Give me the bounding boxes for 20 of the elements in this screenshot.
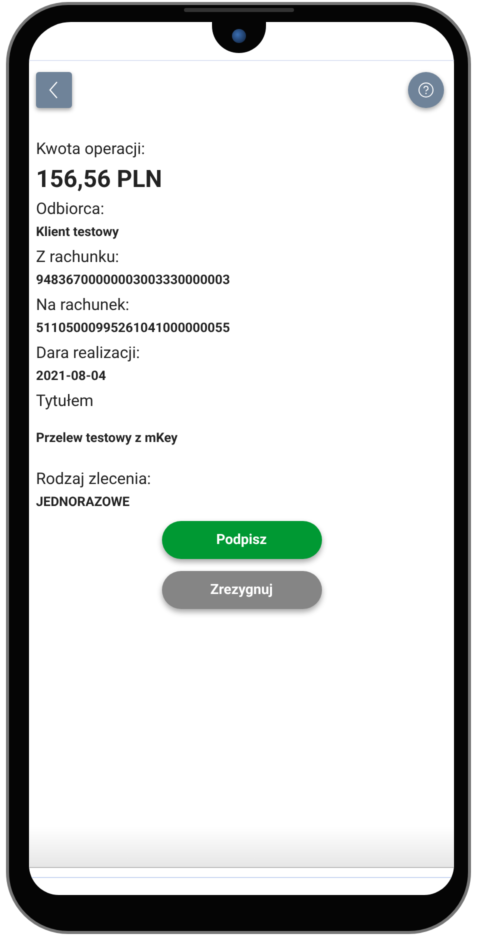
detail-value: 94836700000003003330000003 [36, 272, 231, 290]
help-icon [418, 82, 434, 98]
detail-label: Tytułem [36, 390, 94, 412]
detail-value: 51105000995261041000000055 [36, 320, 231, 338]
detail-label: Z rachunku: [36, 246, 120, 268]
chevron-left-icon [49, 80, 59, 98]
detail-label: Dara realizacji: [36, 342, 141, 364]
sign-button[interactable]: Podpisz [162, 521, 322, 559]
help-button[interactable] [408, 72, 444, 108]
detail-value: Przelew testowy z mKey [36, 430, 179, 448]
detail-label: Rodzaj zlecenia: [36, 468, 152, 490]
detail-value: JEDNORAZOWE [36, 494, 131, 512]
detail-value: Klient testowy [36, 224, 120, 242]
amount-value: 156,56 PLN [36, 164, 164, 195]
cancel-button[interactable]: Zrezygnuj [162, 571, 322, 609]
amount-label: Kwota operacji: [36, 138, 146, 160]
detail-label: Na rachunek: [36, 294, 130, 316]
detail-value: 2021-08-04 [36, 368, 107, 386]
detail-label: Odbiorca: [36, 198, 106, 220]
back-button[interactable] [36, 72, 72, 108]
